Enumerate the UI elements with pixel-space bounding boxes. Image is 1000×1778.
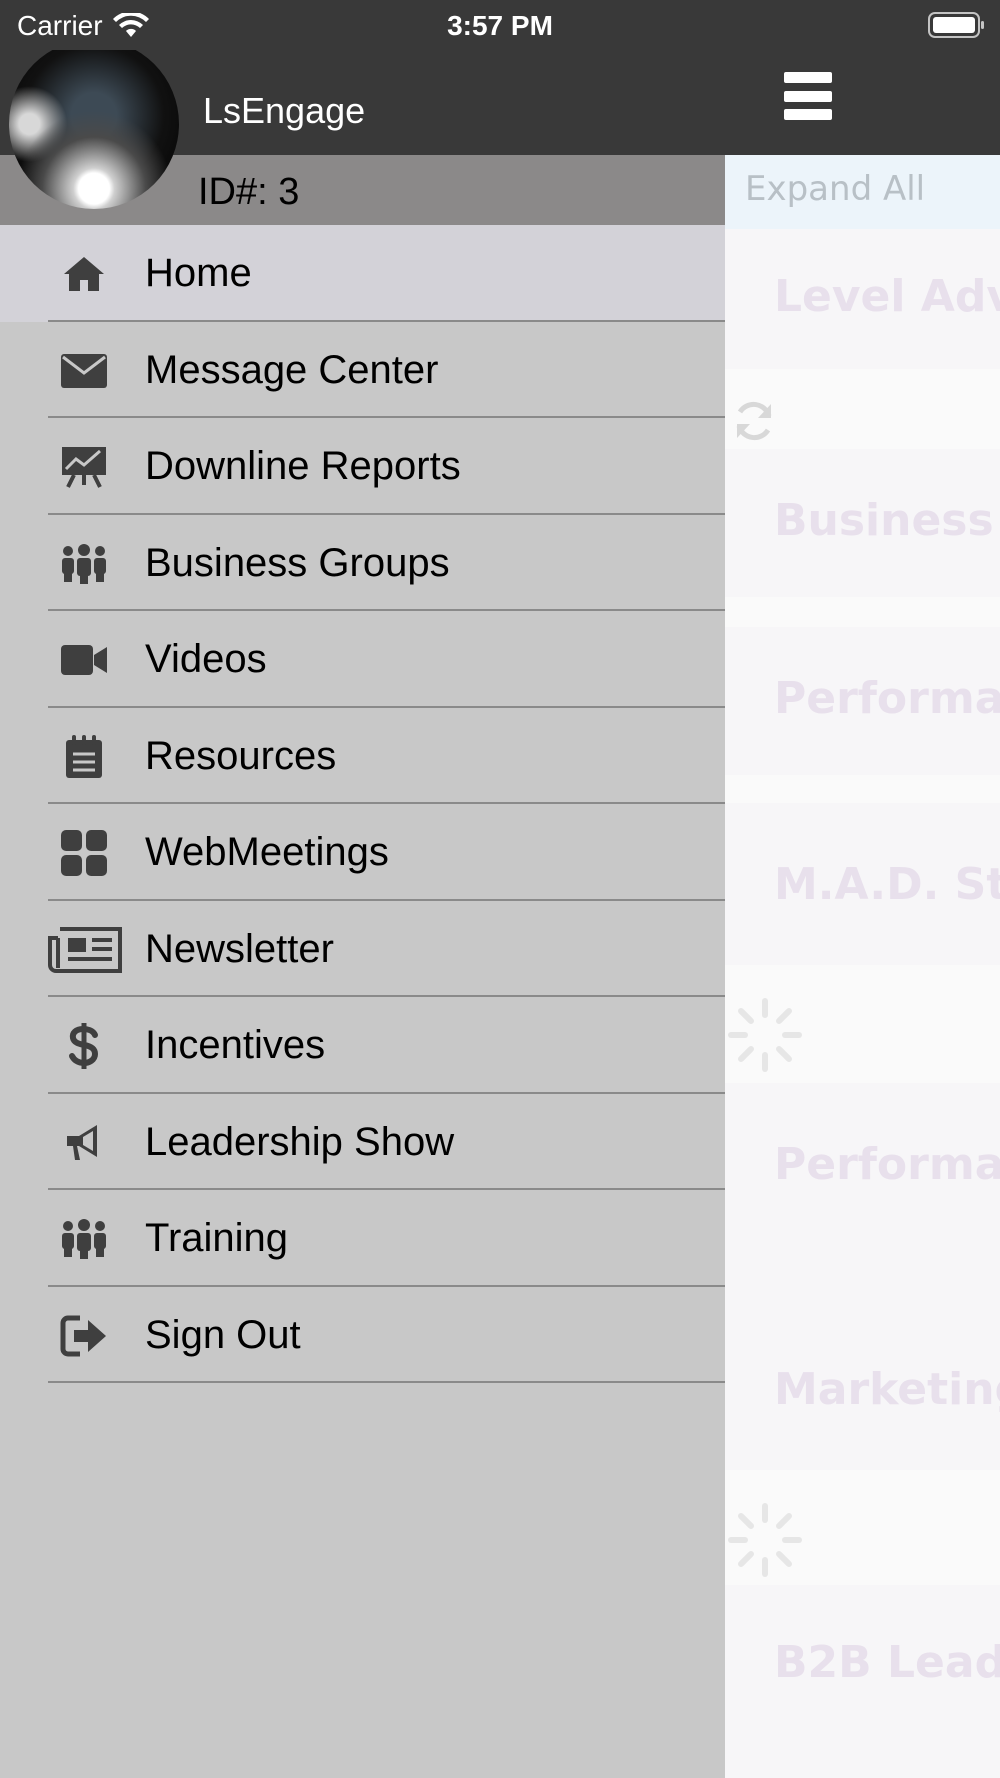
side-drawer: LsEngage ID#: 3 Home Message Center Down…	[0, 39, 725, 1778]
expand-all-label: Expand All	[745, 169, 926, 209]
loading-spinner-icon	[728, 1503, 802, 1577]
menu-item-label: Newsletter	[145, 926, 334, 971]
content-card[interactable]: Performan	[725, 627, 1000, 775]
menu-item-resources[interactable]: Resources	[0, 708, 725, 804]
card-title: Marketing	[774, 1364, 1000, 1415]
menu-item-training[interactable]: Training	[0, 1190, 725, 1287]
video-camera-icon	[58, 637, 110, 683]
status-bar: Carrier 3:57 PM	[0, 0, 1000, 50]
menu-item-videos[interactable]: Videos	[0, 611, 725, 708]
home-icon	[58, 251, 110, 297]
card-title: M.A.D. Stre	[774, 859, 1000, 910]
card-title: Performan	[774, 673, 1000, 724]
menu-item-label: Message Center	[145, 347, 439, 392]
menu-item-label: Leadership Show	[145, 1119, 455, 1164]
menu-item-label: Training	[145, 1216, 289, 1260]
users-icon	[58, 541, 110, 587]
menu-item-home[interactable]: Home	[0, 225, 725, 322]
expand-all-button[interactable]: Expand All	[725, 155, 1000, 229]
envelope-icon	[58, 348, 110, 394]
menu-item-newsletter[interactable]: Newsletter	[0, 901, 725, 997]
menu-item-label: Videos	[145, 637, 267, 681]
menu-item-label: Home	[145, 251, 252, 295]
main-content: Expand All Level Adva Business H Perform…	[725, 155, 1000, 1778]
card-title: Business H	[774, 495, 1000, 546]
menu-item-label: Sign Out	[145, 1312, 301, 1357]
content-card[interactable]: Business H	[725, 449, 1000, 597]
loading-spinner-icon	[728, 998, 802, 1072]
menu-item-label: Resources	[145, 733, 337, 778]
content-card[interactable]: Level Adva	[725, 229, 1000, 369]
avatar[interactable]	[9, 39, 179, 209]
card-title: Level Adva	[774, 271, 1000, 322]
menu-item-incentives[interactable]: Incentives	[0, 997, 725, 1094]
clock: 3:57 PM	[447, 10, 553, 41]
hamburger-menu-icon[interactable]	[784, 72, 832, 120]
menu-item-sign-out[interactable]: Sign Out	[0, 1287, 725, 1383]
grid-icon	[58, 830, 110, 876]
content-card[interactable]: Performan	[725, 1083, 1000, 1311]
card-title: B2B Leade	[774, 1637, 1000, 1688]
battery-icon	[928, 12, 984, 38]
sign-out-icon	[58, 1313, 110, 1359]
refresh-icon[interactable]	[731, 398, 777, 444]
drawer-menu: Home Message Center Downline Reports Bus…	[0, 225, 725, 1383]
menu-item-label: Business Groups	[145, 540, 450, 585]
user-id: ID#: 3	[198, 171, 300, 213]
dollar-icon	[58, 1023, 110, 1069]
content-card[interactable]: M.A.D. Stre	[725, 803, 1000, 965]
users-icon	[58, 1216, 110, 1262]
card-title: Performan	[774, 1139, 1000, 1190]
newspaper-icon	[48, 926, 122, 973]
megaphone-icon	[58, 1120, 110, 1166]
content-card[interactable]: B2B Leade	[725, 1585, 1000, 1778]
menu-item-label: Incentives	[145, 1023, 326, 1067]
app-title: LsEngage	[203, 90, 366, 131]
menu-item-leadership-show[interactable]: Leadership Show	[0, 1094, 725, 1190]
menu-item-label: Downline Reports	[145, 444, 461, 488]
menu-item-downline-reports[interactable]: Downline Reports	[0, 418, 725, 515]
menu-item-message-center[interactable]: Message Center	[0, 322, 725, 418]
menu-item-business-groups[interactable]: Business Groups	[0, 515, 725, 611]
content-card[interactable]: Marketing	[725, 1310, 1000, 1470]
menu-item-webmeetings[interactable]: WebMeetings	[0, 804, 725, 901]
menu-item-label: WebMeetings	[145, 830, 389, 874]
divider	[48, 1381, 725, 1383]
chart-presentation-icon	[58, 444, 110, 490]
notepad-icon	[58, 734, 110, 780]
